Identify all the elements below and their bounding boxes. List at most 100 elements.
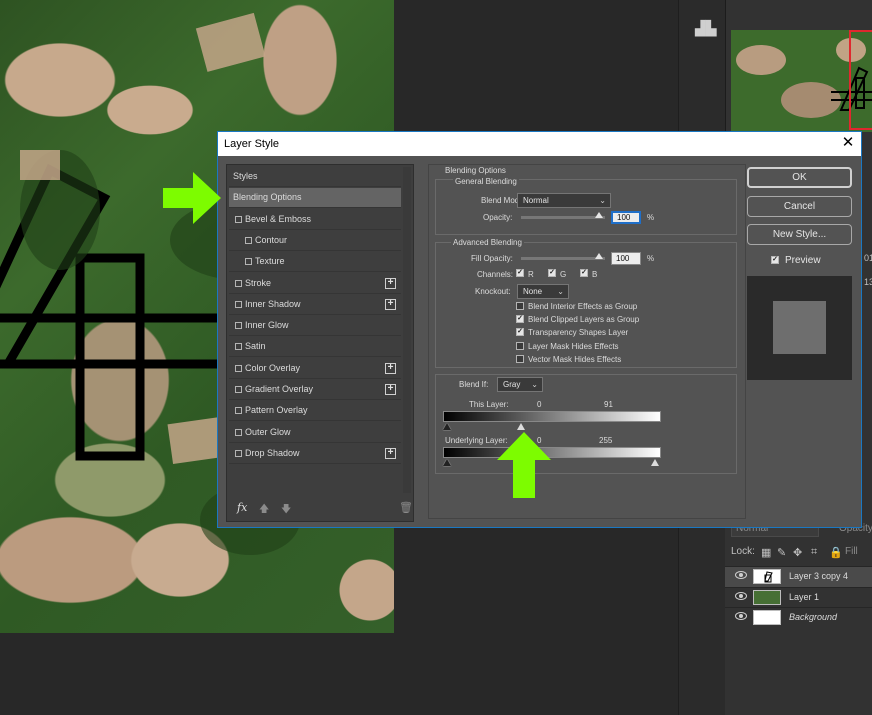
underlying-layer-gradient[interactable]	[443, 447, 661, 458]
this-layer-white-handle[interactable]	[517, 423, 525, 430]
style-checkbox[interactable]	[235, 279, 242, 287]
add-effect-icon[interactable]: +	[385, 384, 396, 395]
section-title: Blending Options	[445, 166, 506, 175]
visibility-eye-icon[interactable]	[735, 612, 747, 620]
cancel-button[interactable]: Cancel	[747, 196, 852, 217]
style-preview-box	[747, 276, 852, 380]
lock-row: Lock: ▦ ✎ ✥ ⌗ 🔒 Fill	[731, 546, 858, 559]
style-item-bevel-emboss[interactable]: Bevel & Emboss	[229, 210, 401, 230]
advanced-option-checkbox[interactable]: ✓	[516, 315, 524, 324]
style-item-stroke[interactable]: Stroke +	[229, 274, 401, 294]
lock-all-icon[interactable]: 🔒	[829, 546, 843, 559]
style-item-label: Color Overlay	[245, 362, 301, 373]
style-item-texture[interactable]: Texture	[229, 252, 401, 273]
style-item-pattern-overlay[interactable]: Pattern Overlay	[229, 401, 401, 422]
lock-paint-icon[interactable]: ✎	[777, 546, 786, 559]
blend-if-select[interactable]: Gray ⌄	[497, 377, 543, 392]
style-checkbox[interactable]	[235, 343, 242, 351]
opacity-slider-track[interactable]	[521, 216, 605, 219]
preview-checkbox[interactable]: ✓	[771, 256, 779, 264]
layer-row-layer-1[interactable]: Layer 1	[725, 587, 872, 608]
style-checkbox[interactable]	[235, 300, 242, 308]
add-effect-icon[interactable]: +	[385, 362, 396, 374]
style-item-styles[interactable]: Styles	[229, 167, 401, 187]
this-layer-gradient[interactable]	[443, 411, 661, 422]
dialog-titlebar[interactable]: Layer Style ✕	[218, 132, 861, 156]
chevron-down-icon: ⌄	[557, 287, 564, 296]
visibility-eye-icon[interactable]	[735, 592, 747, 600]
layer-row-layer-3-copy-4[interactable]: Layer 3 copy 4	[725, 566, 872, 587]
knockout-label: Knockout:	[475, 287, 511, 296]
style-checkbox[interactable]	[235, 386, 242, 393]
lock-transparent-icon[interactable]: ▦	[761, 546, 771, 559]
style-item-label: Outer Glow	[245, 426, 291, 437]
underlying-black-handle[interactable]	[443, 459, 451, 466]
navigator-view-box[interactable]	[849, 30, 872, 130]
fill-opacity-slider-handle[interactable]	[595, 253, 603, 259]
fill-opacity-input[interactable]: 100	[611, 252, 641, 265]
advanced-option-label: Layer Mask Hides Effects	[528, 341, 619, 351]
style-item-inner-glow[interactable]: Inner Glow	[229, 316, 401, 337]
chevron-down-icon: ⌄	[531, 380, 538, 389]
style-checkbox[interactable]	[235, 322, 242, 330]
ok-button[interactable]: OK	[747, 167, 852, 188]
style-item-label: Texture	[255, 256, 285, 267]
advanced-option-checkbox[interactable]	[516, 341, 524, 350]
style-item-contour[interactable]: Contour	[229, 231, 401, 251]
fill-opacity-slider-track[interactable]	[521, 257, 605, 260]
lock-position-icon[interactable]: ✥	[793, 546, 802, 559]
fx-icon[interactable]: fx	[237, 501, 247, 514]
style-item-drop-shadow[interactable]: Drop Shadow +	[229, 444, 401, 464]
histogram-icon[interactable]: ▟▙	[695, 20, 717, 38]
style-item-label: Gradient Overlay	[245, 384, 314, 394]
style-checkbox[interactable]	[235, 215, 242, 223]
this-layer-black-handle[interactable]	[443, 423, 451, 430]
style-item-label: Bevel & Emboss	[245, 213, 312, 224]
layer-row-background[interactable]: Background	[725, 607, 872, 628]
workspace-background-bottom	[0, 633, 678, 715]
style-item-label: Blending Options	[233, 192, 302, 203]
opacity-label: Opacity:	[483, 213, 513, 222]
style-item-color-overlay[interactable]: Color Overlay +	[229, 359, 401, 379]
visibility-eye-icon[interactable]	[735, 571, 747, 579]
style-item-inner-shadow[interactable]: Inner Shadow +	[229, 295, 401, 315]
add-effect-icon[interactable]: +	[385, 447, 396, 459]
lock-artboard-icon[interactable]: ⌗	[811, 546, 817, 559]
style-checkbox[interactable]	[235, 428, 242, 436]
annotation-arrow-up	[497, 432, 551, 498]
style-checkbox[interactable]	[245, 258, 252, 266]
navigator-thumbnail[interactable]	[731, 30, 872, 132]
advanced-option-checkbox[interactable]	[516, 354, 524, 363]
channel-b-checkbox[interactable]: ✓	[580, 269, 588, 277]
add-effect-icon[interactable]: +	[385, 277, 396, 289]
fill-opacity-label: Fill Opacity:	[471, 254, 513, 263]
move-down-icon[interactable]: 🡇	[281, 502, 291, 519]
opacity-input[interactable]: 100	[611, 211, 641, 224]
style-checkbox[interactable]	[245, 236, 252, 244]
opacity-slider-handle[interactable]	[595, 212, 603, 218]
knockout-select[interactable]: None ⌄	[517, 284, 569, 299]
channel-r-checkbox[interactable]: ✓	[516, 269, 524, 277]
style-item-gradient-overlay[interactable]: Gradient Overlay +	[229, 380, 401, 400]
advanced-option-checkbox[interactable]	[516, 302, 524, 310]
lock-label: Lock:	[731, 546, 755, 557]
move-up-icon[interactable]: 🡅	[259, 502, 269, 519]
style-checkbox[interactable]	[235, 449, 242, 457]
advanced-option-checkbox[interactable]: ✓	[516, 328, 524, 337]
underlying-white-handle[interactable]	[651, 459, 659, 466]
style-item-satin[interactable]: Satin	[229, 337, 401, 358]
style-checkbox[interactable]	[235, 364, 242, 372]
add-effect-icon[interactable]: +	[385, 298, 396, 310]
channel-g-checkbox[interactable]: ✓	[548, 269, 556, 277]
new-style-button[interactable]: New Style...	[747, 224, 852, 245]
layer-name: Layer 3 copy 4	[789, 571, 849, 581]
general-blending-title: General Blending	[453, 177, 519, 186]
style-checkbox[interactable]	[235, 407, 242, 415]
trash-icon[interactable]: 🗑	[399, 501, 413, 514]
blend-mode-select[interactable]: Normal ⌄	[517, 193, 611, 208]
styles-list-scrollbar[interactable]	[403, 167, 411, 493]
close-icon[interactable]: ✕	[839, 134, 857, 152]
style-item-outer-glow[interactable]: Outer Glow	[229, 423, 401, 443]
blending-options-panel: Blending Options General Blending Blend …	[428, 164, 746, 519]
style-item-blending-options[interactable]: Blending Options	[229, 188, 401, 209]
